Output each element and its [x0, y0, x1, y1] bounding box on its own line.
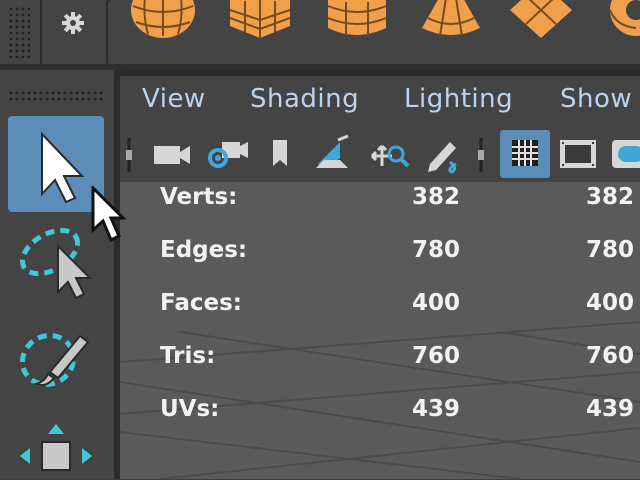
shelf-drag-handle[interactable] [8, 6, 30, 58]
panel-menu-bar: View Shading Lighting Show [120, 76, 640, 122]
poly-cone-icon[interactable] [418, 0, 484, 40]
hud-value-edges-selected: 780 [586, 237, 635, 263]
toolbar-separator-handle [478, 138, 484, 172]
toolbox-grip[interactable] [8, 90, 104, 102]
paint-select-tool-icon[interactable] [14, 316, 98, 400]
film-gate-icon[interactable] [556, 134, 600, 174]
viewport-grid [120, 321, 640, 479]
poly-torus-icon[interactable] [606, 0, 640, 40]
hud-value-uvs-selected: 439 [586, 396, 635, 422]
poly-sphere-icon[interactable] [128, 0, 198, 40]
hud-label-faces: Faces: [160, 290, 243, 316]
lasso-tool-icon[interactable] [14, 216, 98, 300]
hud-value-edges: 780 [412, 237, 461, 263]
shelf [0, 0, 640, 70]
image-plane-icon[interactable] [312, 134, 354, 174]
poly-cube-icon[interactable] [224, 0, 296, 40]
toolbox [0, 70, 114, 479]
hud-value-verts: 382 [412, 184, 461, 210]
grid-toggle-button[interactable] [500, 130, 550, 178]
viewport-3d[interactable]: Verts: 382 382 Edges: 780 780 Faces: 400… [120, 182, 640, 479]
hud-label-verts: Verts: [160, 184, 238, 210]
viewport-panel: View Shading Lighting Show Verts: 382 38… [120, 76, 640, 479]
hud-value-faces-selected: 400 [586, 290, 635, 316]
settings-gear-icon[interactable] [58, 8, 88, 38]
resolution-gate-icon[interactable] [608, 134, 640, 174]
hud-value-tris: 760 [412, 343, 461, 369]
hud-value-tris-selected: 760 [586, 343, 635, 369]
shelf-tab-panel [106, 0, 640, 68]
shelf-separator [40, 0, 42, 64]
bookmark-icon[interactable] [268, 136, 292, 172]
hud-value-uvs: 439 [412, 396, 461, 422]
menu-lighting[interactable]: Lighting [404, 84, 513, 114]
menu-show[interactable]: Show [560, 84, 632, 114]
hud-value-faces: 400 [412, 290, 461, 316]
camera-icon[interactable] [152, 138, 194, 172]
toolbar-separator-handle [126, 138, 132, 172]
poly-cylinder-icon[interactable] [324, 0, 390, 40]
menu-shading[interactable]: Shading [250, 84, 359, 114]
move-tool-icon[interactable] [14, 420, 98, 480]
poly-plane-icon[interactable] [506, 0, 576, 40]
two-d-pan-zoom-icon[interactable] [368, 134, 412, 174]
hud-value-verts-selected: 382 [586, 184, 635, 210]
menu-view[interactable]: View [142, 84, 206, 114]
camera-attributes-icon[interactable] [206, 136, 250, 172]
hud-label-tris: Tris: [160, 343, 216, 369]
grid-icon [512, 140, 538, 166]
mouse-pointer-icon [91, 186, 126, 243]
grease-pencil-icon[interactable] [422, 134, 466, 174]
hud-label-edges: Edges: [160, 237, 248, 263]
hud-label-uvs: UVs: [160, 396, 220, 422]
